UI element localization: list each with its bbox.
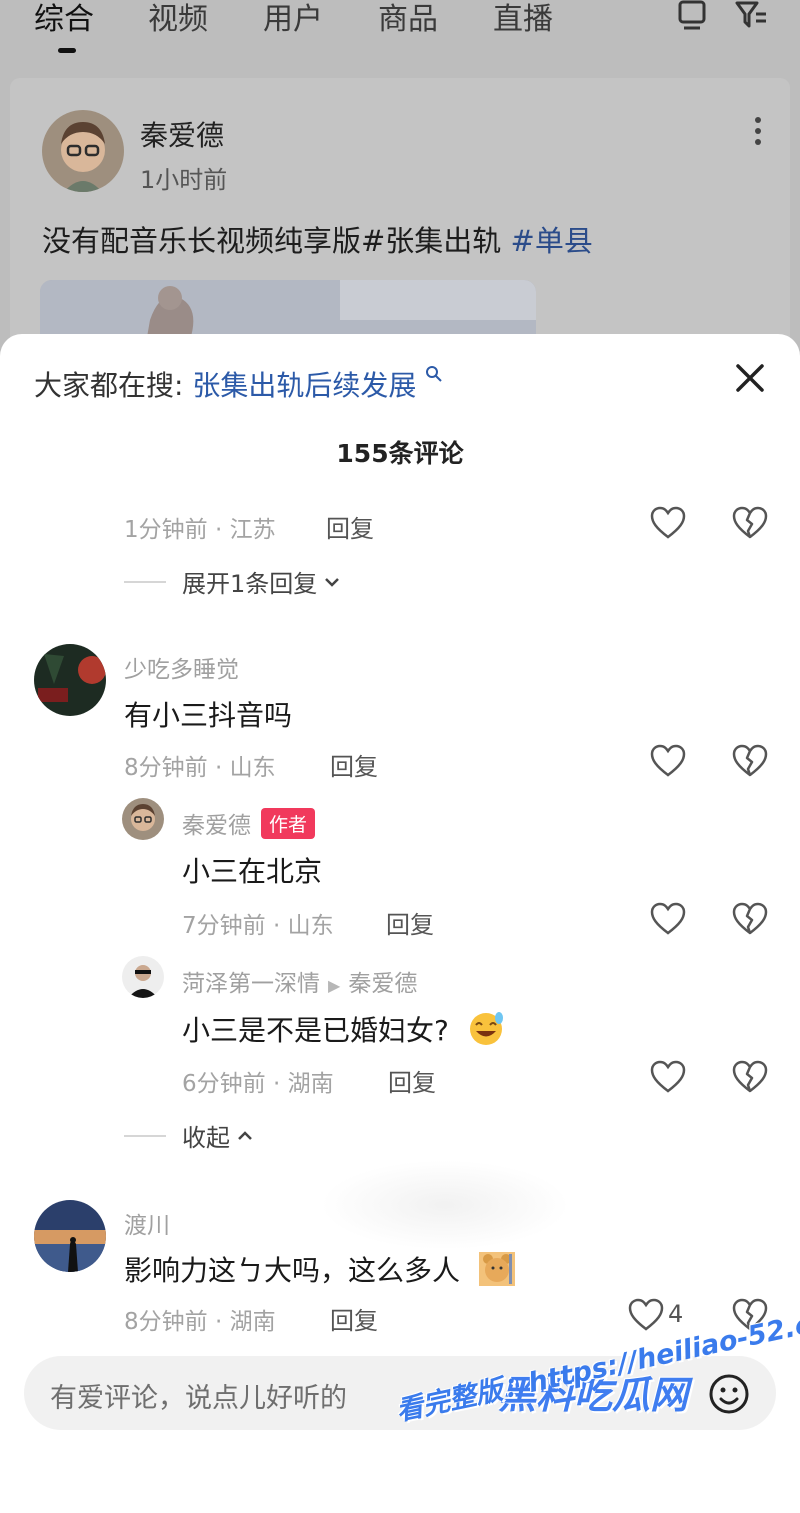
post-author-name[interactable]: 秦爱德 [140, 114, 224, 154]
expand-replies-button[interactable]: 展开1条回复 [124, 564, 341, 599]
reply-button[interactable]: 回复 [386, 905, 434, 940]
broken-heart-icon[interactable] [732, 744, 768, 778]
search-result-tabs: 综合 视频 用户 商品 直播 [0, 0, 800, 60]
author-badge: 作者 [261, 808, 316, 839]
comment-text: 小三是不是已婚妇女? [182, 1014, 449, 1047]
comment-text: 影响力这ㄅ大吗，这么多人 [124, 1254, 461, 1287]
heart-icon[interactable] [650, 744, 686, 778]
comment-meta: 7分钟前 · 山东 [182, 913, 334, 939]
collapse-replies-button[interactable]: 收起 [124, 1118, 254, 1153]
screen-icon[interactable] [676, 0, 708, 32]
commenter-name[interactable]: 渡川 [124, 1206, 170, 1240]
tab-live[interactable]: 直播 [493, 0, 553, 38]
tab-user[interactable]: 用户 [263, 0, 323, 38]
heart-icon[interactable] [650, 902, 686, 936]
heart-icon[interactable] [628, 1298, 664, 1332]
heart-icon[interactable] [650, 1060, 686, 1094]
laugh-emoji-icon [469, 1012, 503, 1045]
collapse-replies-label: 收起 [182, 1124, 230, 1152]
comment-meta: 6分钟前 · 湖南 [182, 1071, 334, 1097]
comment-meta: 8分钟前 · 山东 [124, 755, 276, 781]
bear-emoji-icon [478, 1252, 515, 1286]
reply-button[interactable]: 回复 [388, 1063, 436, 1098]
like-count: 4 [668, 1300, 684, 1328]
background-page: 综合 视频 用户 商品 直播 秦爱德 1小时前 没有配音乐长视频纯享版#张集出轨… [0, 0, 800, 400]
post-time: 1小时前 [140, 166, 228, 194]
reply-button[interactable]: 回复 [326, 509, 374, 544]
image-artifact [320, 1160, 570, 1250]
avatar[interactable] [34, 644, 106, 716]
broken-heart-icon[interactable] [732, 902, 768, 936]
reply-button[interactable]: 回复 [330, 1301, 378, 1336]
more-icon[interactable] [754, 116, 762, 146]
comment-meta: 8分钟前 · 湖南 [124, 1309, 276, 1335]
tab-video[interactable]: 视频 [148, 0, 208, 38]
divider [124, 1134, 166, 1137]
emoji-icon[interactable] [708, 1373, 750, 1415]
reply-button[interactable]: 回复 [330, 747, 378, 782]
commenter-name[interactable]: 秦爱德 [182, 813, 251, 839]
comment-text-row: 小三是不是已婚妇女? [182, 1008, 506, 1049]
tab-goods[interactable]: 商品 [378, 0, 438, 38]
comment-meta: 1分钟前 · 江苏 [124, 517, 276, 543]
avatar[interactable] [122, 956, 164, 998]
search-icon [426, 366, 442, 382]
post-author-avatar[interactable] [42, 110, 124, 192]
avatar[interactable] [122, 798, 164, 840]
broken-heart-icon[interactable] [732, 1060, 768, 1094]
tab-comprehensive[interactable]: 综合 [34, 0, 94, 38]
heart-icon[interactable] [650, 506, 686, 540]
comment-count: 155条评论 [336, 439, 464, 468]
post-card[interactable]: 秦爱德 1小时前 没有配音乐长视频纯享版#张集出轨 #单县 [10, 78, 790, 400]
chevron-down-icon [325, 577, 340, 587]
commenter-name[interactable]: 菏泽第一深情 [182, 971, 320, 997]
trending-search-link[interactable]: 张集出轨后续发展 [192, 369, 416, 402]
reply-target-name[interactable]: 秦爱德 [348, 971, 417, 997]
comment-text: 小三在北京 [182, 855, 323, 888]
commenter-name[interactable]: 少吃多睡觉 [124, 650, 239, 684]
post-caption-text: 没有配音乐长视频纯享版#张集出轨 [42, 224, 502, 258]
trending-search: 大家都在搜: 张集出轨后续发展 [34, 364, 443, 404]
post-hashtag[interactable]: #单县 [511, 224, 593, 258]
comment-input-placeholder: 有爱评论，说点儿好听的 [50, 1383, 347, 1414]
broken-heart-icon[interactable] [732, 506, 768, 540]
comment-text-row: 影响力这ㄅ大吗，这么多人 [124, 1248, 517, 1289]
divider [124, 580, 166, 583]
post-caption: 没有配音乐长视频纯享版#张集出轨 #单县 [42, 218, 593, 260]
chevron-up-icon [238, 1130, 252, 1140]
trending-search-prefix: 大家都在搜: [34, 369, 184, 402]
filter-icon[interactable] [734, 0, 768, 32]
avatar[interactable] [34, 1200, 106, 1272]
close-icon[interactable] [732, 360, 768, 396]
active-tab-indicator [58, 48, 76, 53]
reply-author-row: 菏泽第一深情 ▶ 秦爱德 [182, 964, 417, 998]
comment-text: 有小三抖音吗 [124, 699, 293, 732]
reply-author-row: 秦爱德 作者 [182, 806, 316, 840]
reply-arrow-icon: ▶ [328, 976, 341, 995]
expand-replies-label: 展开1条回复 [182, 570, 318, 598]
